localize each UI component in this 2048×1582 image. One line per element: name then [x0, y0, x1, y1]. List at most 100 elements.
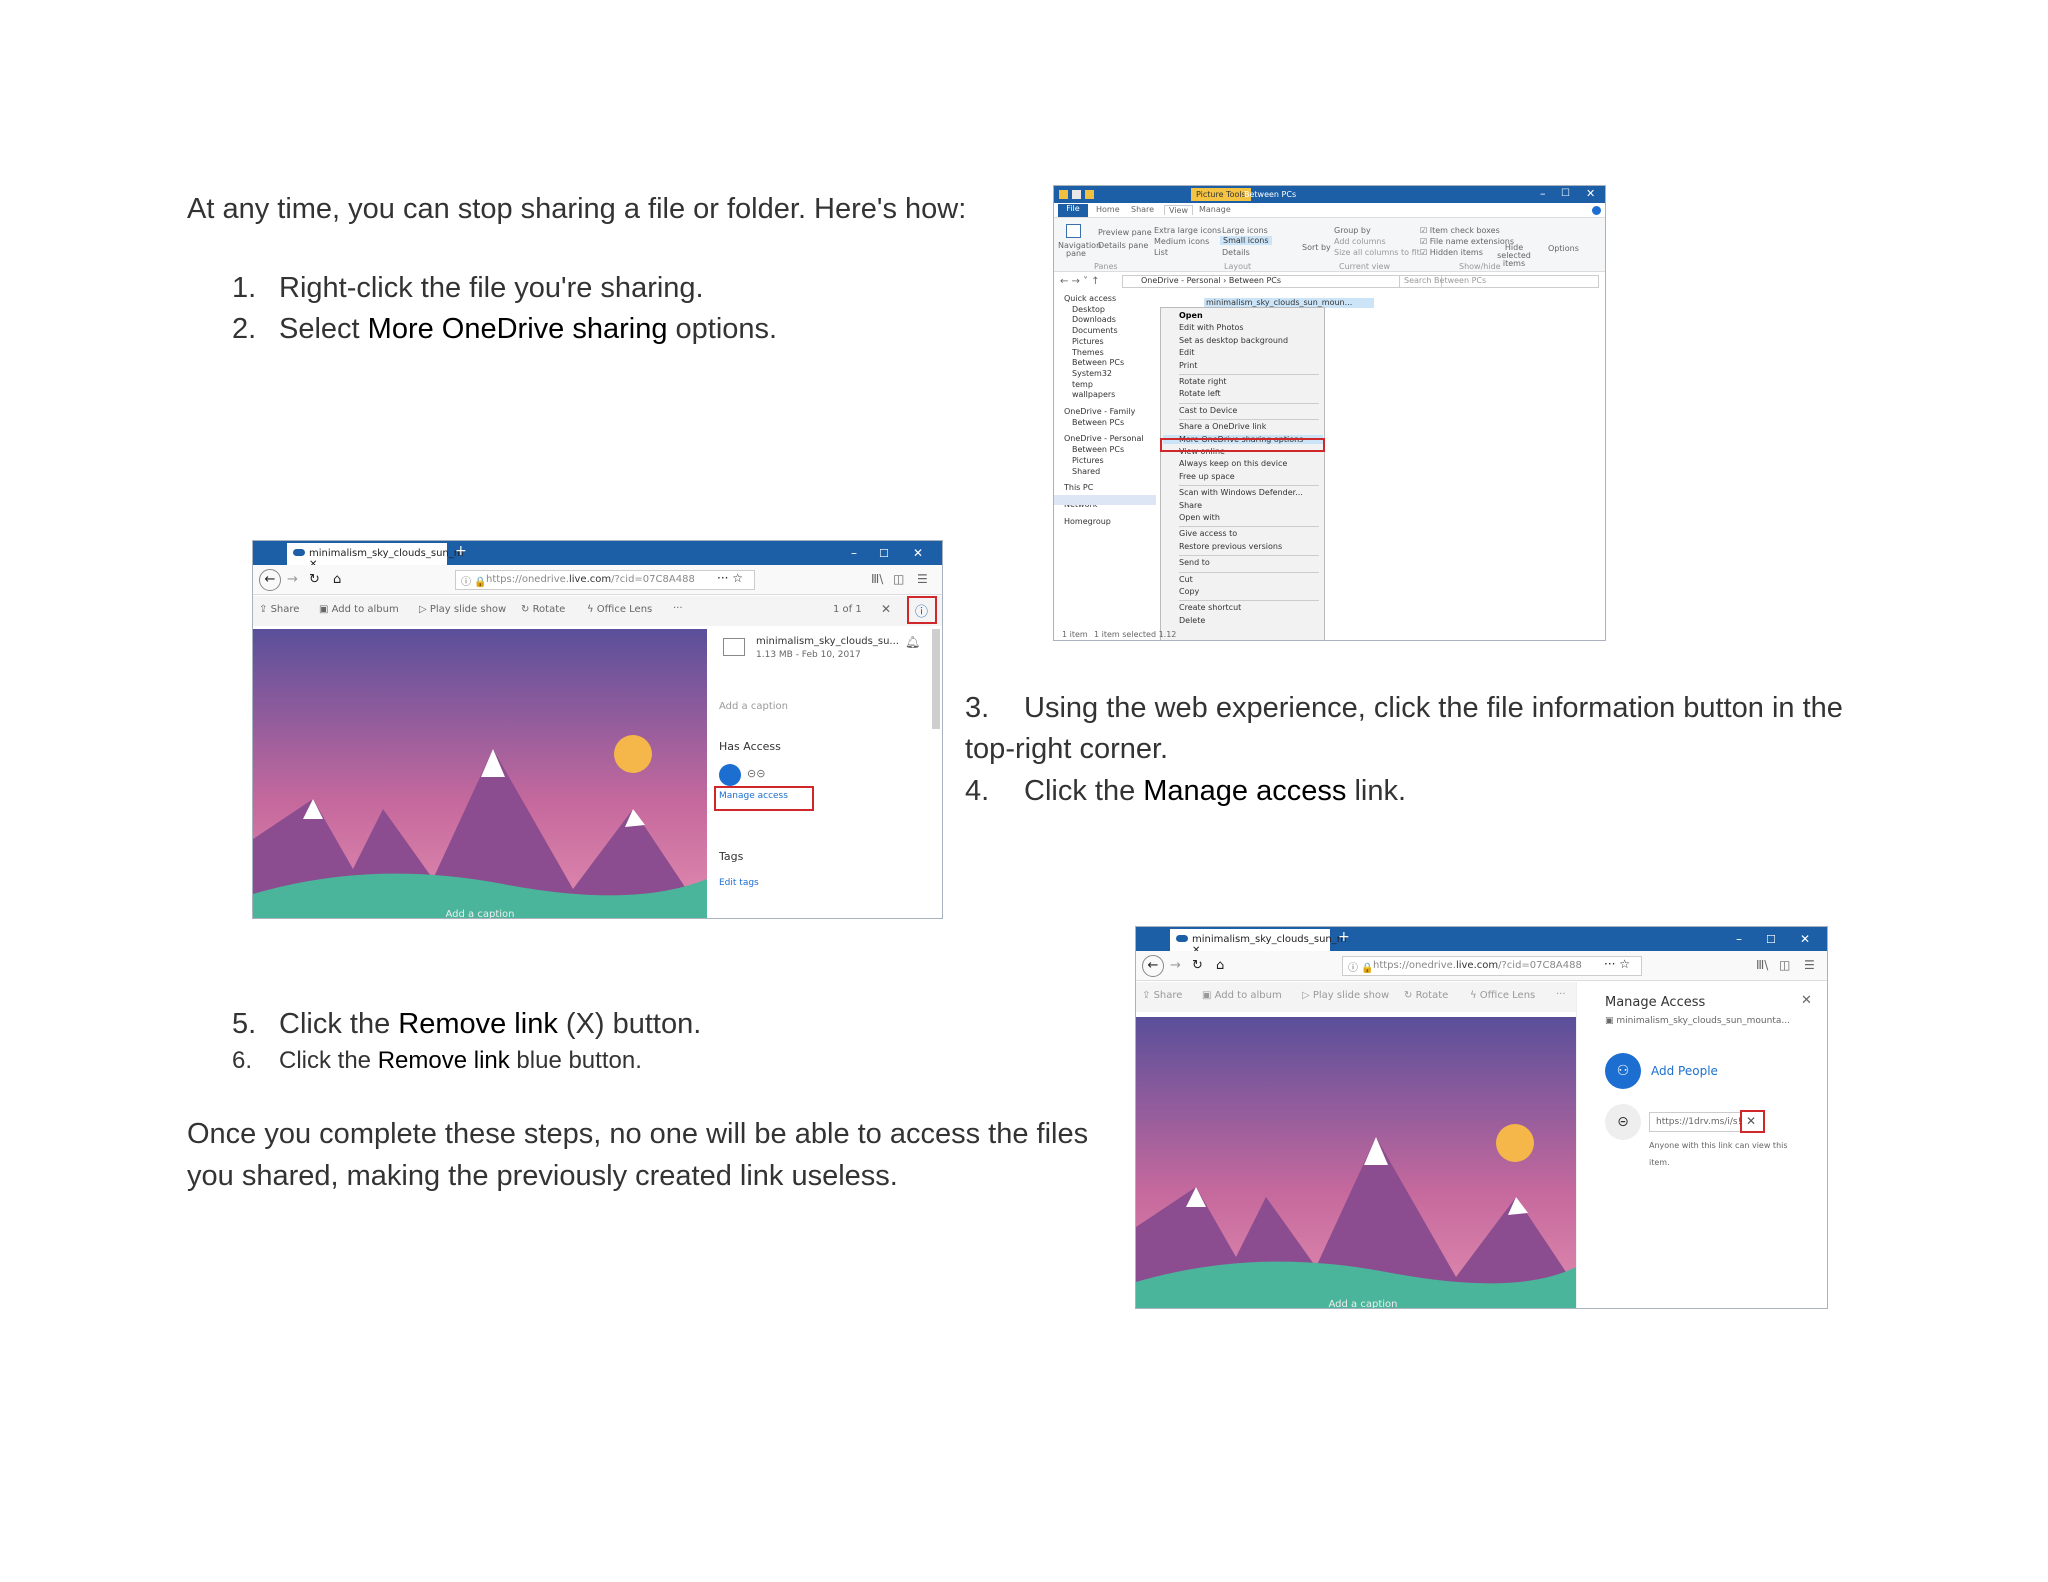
context-menu-item[interactable]: Print — [1179, 361, 1197, 370]
minimize-button[interactable]: – — [1736, 932, 1742, 946]
back-arrow-icon[interactable]: ← → ˅ ↑ — [1060, 276, 1100, 287]
help-icon[interactable] — [1592, 206, 1601, 215]
close-button[interactable]: ✕ — [913, 546, 923, 560]
sidebar-item[interactable]: Between PCs — [1072, 418, 1124, 427]
layout-medium[interactable]: Medium icons — [1154, 237, 1209, 246]
search-box[interactable]: Search Between PCs — [1399, 275, 1599, 288]
sort-by-button[interactable]: Sort by — [1302, 244, 1331, 252]
panel-close-icon[interactable]: ✕ — [1801, 993, 1812, 1008]
tab-file[interactable]: File — [1058, 204, 1088, 217]
slideshow-button[interactable]: ▷ Play slide show — [419, 604, 506, 615]
context-menu-item[interactable]: Open — [1179, 311, 1203, 320]
sidebar-item[interactable]: OneDrive - Family — [1064, 407, 1135, 416]
context-menu-item[interactable]: Create shortcut — [1179, 603, 1241, 612]
picture-tools-tab[interactable]: Picture Tools — [1191, 188, 1251, 201]
layout-extra-large[interactable]: Extra large icons — [1154, 226, 1221, 235]
tab-share[interactable]: Share — [1131, 205, 1154, 214]
options-button[interactable]: Options — [1548, 244, 1579, 253]
back-button[interactable]: ← — [259, 569, 281, 591]
share-button[interactable]: ⇪ Share — [1142, 990, 1182, 1001]
share-link-field[interactable]: https://1drv.ms/i/s!Aqx88... — [1649, 1112, 1742, 1132]
tab-manage[interactable]: Manage — [1199, 205, 1231, 214]
url-bar[interactable]: https://onedrive.live.com/?cid=07C8A488 — [455, 570, 755, 590]
sidebar-item[interactable]: Between PCs — [1072, 358, 1124, 367]
office-lens-button[interactable]: ϟ Office Lens — [1470, 990, 1535, 1001]
rotate-button[interactable]: ↻ Rotate — [1404, 990, 1448, 1001]
sidebar-item[interactable]: Shared — [1072, 467, 1100, 476]
reload-icon[interactable]: ↻ — [309, 572, 320, 587]
sidebar-icon[interactable]: ◫ — [893, 572, 904, 586]
slideshow-button[interactable]: ▷ Play slide show — [1302, 990, 1389, 1001]
context-menu-item[interactable]: Rotate right — [1179, 377, 1227, 386]
more-icon[interactable]: ··· ☆ — [1604, 957, 1630, 971]
add-to-album-button[interactable]: ▣ Add to album — [319, 604, 399, 615]
add-people-icon[interactable]: ⚇ — [1605, 1053, 1641, 1089]
add-to-album-button[interactable]: ▣ Add to album — [1202, 990, 1282, 1001]
layout-small[interactable]: Small icons — [1220, 236, 1272, 245]
context-menu-item[interactable]: Give access to — [1179, 529, 1237, 538]
context-menu-item[interactable]: Free up space — [1179, 472, 1235, 481]
rotate-button[interactable]: ↻ Rotate — [521, 604, 565, 615]
scrollbar[interactable] — [932, 629, 940, 729]
sidebar-item[interactable]: Downloads — [1072, 315, 1116, 324]
maximize-button[interactable]: ☐ — [879, 547, 889, 560]
sidebar-item[interactable]: Desktop — [1072, 305, 1105, 314]
reload-icon[interactable]: ↻ — [1192, 958, 1203, 973]
size-columns-button[interactable]: Size all columns to fit — [1334, 248, 1420, 257]
more-actions-button[interactable]: ··· — [673, 603, 683, 614]
sidebar-item[interactable]: Between PCs — [1072, 445, 1124, 454]
sidebar-item[interactable]: This PC — [1064, 483, 1093, 492]
tab-view[interactable]: View — [1164, 205, 1193, 215]
close-viewer-button[interactable]: ✕ — [881, 602, 891, 616]
maximize-button[interactable]: ☐ — [1766, 933, 1776, 946]
sidebar-icon[interactable]: ◫ — [1779, 958, 1790, 972]
context-menu-item[interactable]: Restore previous versions — [1179, 542, 1282, 551]
layout-details[interactable]: Details — [1222, 248, 1250, 257]
context-menu-item[interactable]: Copy — [1179, 587, 1199, 596]
close-button[interactable]: ✕ — [1800, 932, 1810, 946]
navigation-pane-icon[interactable] — [1066, 224, 1081, 238]
add-people-link[interactable]: Add People — [1651, 1064, 1718, 1078]
context-menu-item[interactable]: Open with — [1179, 513, 1220, 522]
sidebar-item[interactable]: Quick access — [1064, 294, 1116, 303]
context-menu-item[interactable]: Cut — [1179, 575, 1193, 584]
sidebar-item[interactable]: OneDrive - Personal — [1064, 434, 1144, 443]
group-by-button[interactable]: Group by — [1334, 226, 1371, 235]
sidebar-item[interactable]: Pictures — [1072, 337, 1104, 346]
context-menu-item[interactable]: Send to — [1179, 558, 1210, 567]
tab-home[interactable]: Home — [1096, 205, 1120, 214]
edit-tags-link[interactable]: Edit tags — [719, 878, 759, 888]
hidden-items[interactable]: ☑ Hidden items — [1420, 248, 1483, 257]
browser-tab[interactable]: minimalism_sky_clouds_sun_m ✕ — [287, 543, 464, 570]
address-bar[interactable]: OneDrive - Personal › Between PCs — [1122, 275, 1442, 288]
share-button[interactable]: ⇪ Share — [259, 604, 299, 615]
forward-button[interactable]: → — [1170, 958, 1181, 973]
new-tab-button[interactable]: + — [455, 543, 467, 559]
layout-large[interactable]: Large icons — [1222, 226, 1268, 235]
more-icon[interactable]: ··· ☆ — [717, 571, 743, 585]
sidebar-item[interactable]: Themes — [1072, 348, 1104, 357]
context-menu-item[interactable]: Share — [1179, 501, 1202, 510]
menu-icon[interactable]: ☰ — [917, 572, 928, 586]
context-menu-item[interactable]: Edit with Photos — [1179, 323, 1244, 332]
sidebar-item[interactable]: Homegroup — [1064, 517, 1111, 526]
library-icon[interactable]: Ⅲ\ — [1756, 958, 1768, 972]
library-icon[interactable]: Ⅲ\ — [871, 572, 883, 586]
context-menu-item[interactable]: Always keep on this device — [1179, 459, 1287, 468]
context-menu-item[interactable]: Scan with Windows Defender... — [1179, 488, 1303, 497]
sidebar-item[interactable]: System32 — [1072, 369, 1112, 378]
context-menu-item[interactable]: Delete — [1179, 616, 1205, 625]
item-check-boxes[interactable]: ☑ Item check boxes — [1420, 226, 1500, 235]
forward-button[interactable]: → — [287, 572, 298, 587]
sidebar-item[interactable]: Documents — [1072, 326, 1118, 335]
browser-tab[interactable]: minimalism_sky_clouds_sun_m ✕ — [1170, 929, 1347, 956]
home-icon[interactable]: ⌂ — [1216, 958, 1224, 973]
details-pane-button[interactable]: Details pane — [1098, 241, 1148, 250]
navigation-pane-label[interactable]: Navigation pane — [1058, 242, 1101, 258]
office-lens-button[interactable]: ϟ Office Lens — [587, 604, 652, 615]
new-tab-button[interactable]: + — [1338, 929, 1350, 945]
close-button[interactable]: ✕ — [1586, 187, 1595, 200]
context-menu-item[interactable]: Rotate left — [1179, 389, 1221, 398]
layout-list[interactable]: List — [1154, 248, 1168, 257]
url-bar[interactable]: https://onedrive.live.com/?cid=07C8A488 — [1342, 956, 1642, 976]
